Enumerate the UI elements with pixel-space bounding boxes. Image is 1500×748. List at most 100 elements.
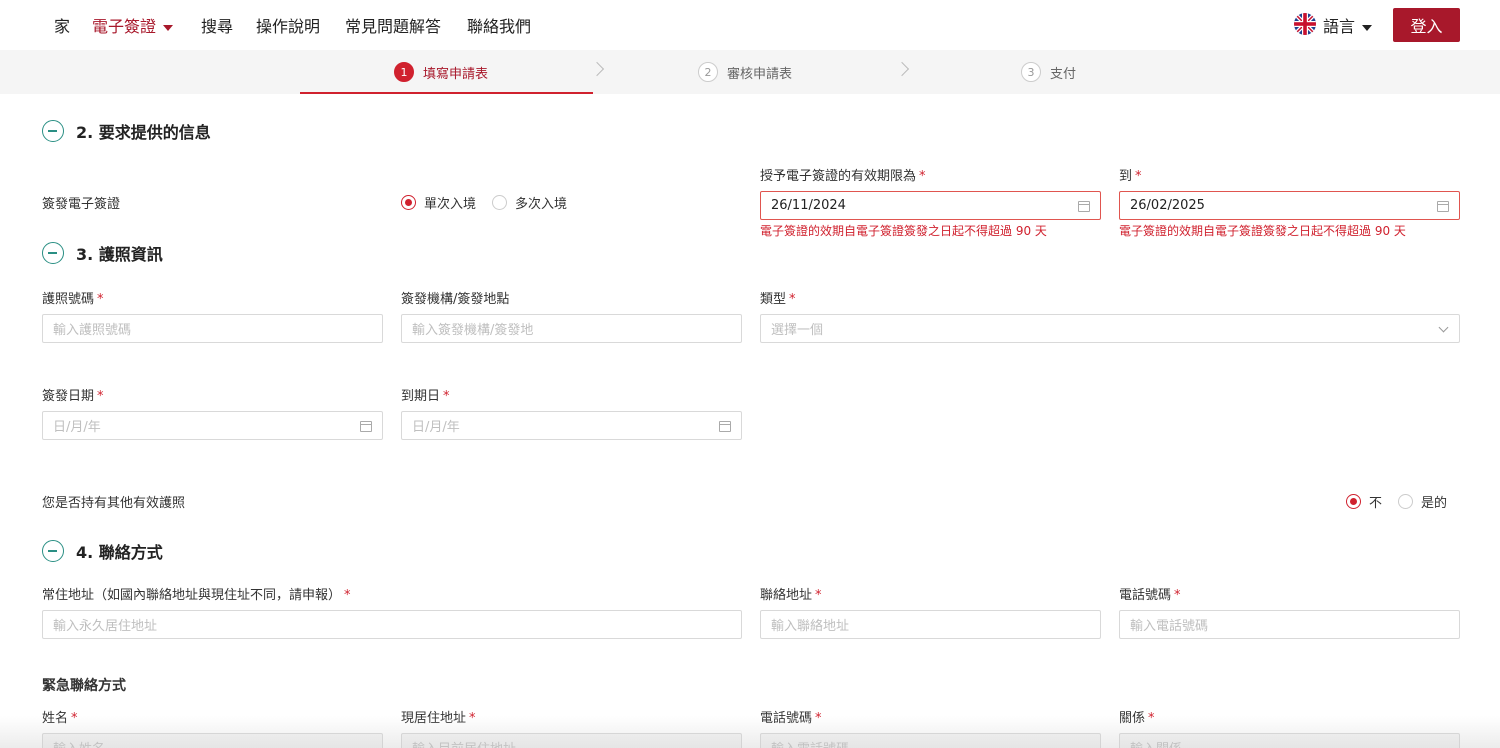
step-label: 審核申請表 [727,66,793,82]
collapse-icon[interactable] [42,540,64,562]
section-requested-info-header[interactable]: 2. 要求提供的信息 [42,119,211,143]
label-text: 簽發日期 [42,389,95,404]
label-text: 電話號碼 [760,711,813,726]
placeholder: 輸入電話號碼 [1130,619,1209,634]
label-text: 聯絡地址 [760,588,813,603]
nav-evisa[interactable]: 電子簽證 [92,13,174,37]
expiry-date-input[interactable]: 日/月/年 [401,411,742,440]
section-title: 3. 護照資訊 [76,245,163,264]
radio-label: 不 [1369,496,1383,511]
radio-multiple-entry[interactable]: 多次入境 [492,193,567,212]
nav-evisa-label: 電子簽證 [92,17,157,36]
section-passport-header[interactable]: 3. 護照資訊 [42,241,163,265]
calendar-icon[interactable] [1078,201,1090,212]
required-marker: * [919,169,926,184]
step-label: 支付 [1050,66,1077,82]
nav-home[interactable]: 家 [54,13,70,37]
section-title: 4. 聯絡方式 [76,543,163,562]
date-value: 26/11/2024 [771,198,846,213]
contact-address-label: 聯絡地址 * [760,584,822,603]
issuer-input[interactable]: 輸入簽發機構/簽發地 [401,314,742,343]
progress-steps: 1 填寫申請表 2 審核申請表 3 支付 [0,50,1500,94]
contact-address-input[interactable]: 輸入聯絡地址 [760,610,1101,639]
required-marker: * [97,292,104,307]
step-number: 3 [1021,62,1041,82]
radio-single-entry[interactable]: 單次入境 [401,193,476,212]
validity-from-error: 電子簽證的效期自電子簽證簽發之日起不得超過 90 天 [760,224,1047,238]
validity-to-date-input[interactable]: 26/02/2025 [1119,191,1460,220]
emergency-contact-title: 緊急聯絡方式 [42,678,126,694]
label-text: 關係 [1119,711,1146,726]
chevron-right-icon [894,61,910,77]
radio-no[interactable]: 不 [1346,492,1382,511]
passport-number-label: 護照號碼 * [42,288,104,307]
phone-input[interactable]: 輸入電話號碼 [1119,610,1460,639]
other-passport-radio-group: 不 是的 [1346,492,1447,511]
emergency-current-address-input[interactable]: 輸入目前居住地址 [401,733,742,748]
passport-number-input[interactable]: 輸入護照號碼 [42,314,383,343]
step-review-form: 2 審核申請表 [698,62,792,82]
required-marker: * [1135,169,1142,184]
emergency-phone-input[interactable]: 輸入電話號碼 [760,733,1101,748]
placeholder: 輸入護照號碼 [53,323,132,338]
issue-date-input[interactable]: 日/月/年 [42,411,383,440]
nav-contact[interactable]: 聯絡我們 [467,13,531,37]
calendar-icon[interactable] [1437,201,1449,212]
validity-from-date-input[interactable]: 26/11/2024 [760,191,1101,220]
login-button[interactable]: 登入 [1393,8,1460,42]
radio-button[interactable] [1398,494,1414,509]
chevron-down-icon [1438,322,1449,333]
placeholder: 輸入目前居住地址 [412,738,516,748]
to-label-text: 到 [1119,169,1133,184]
label-text: 類型 [760,292,787,307]
required-marker: * [1174,588,1181,603]
emergency-relation-input[interactable]: 輸入關係 [1119,733,1460,748]
language-selector[interactable]: 語言 [1323,13,1373,37]
required-marker: * [815,711,822,726]
required-marker: * [789,292,796,307]
placeholder: 輸入簽發機構/簽發地 [412,323,534,338]
validity-from-label: 授予電子簽證的有效期限為 * [760,165,926,184]
step-payment: 3 支付 [1021,62,1076,82]
collapse-icon[interactable] [42,242,64,264]
issue-date-label: 簽發日期 * [42,385,104,404]
step-number: 2 [698,62,718,82]
radio-label: 是的 [1421,496,1448,511]
permanent-address-input[interactable]: 輸入永久居住地址 [42,610,742,639]
radio-button[interactable] [1346,494,1361,509]
radio-label: 多次入境 [515,197,568,212]
calendar-icon[interactable] [719,421,731,432]
expiry-date-label: 到期日 * [401,385,450,404]
nav-faq[interactable]: 常見問題解答 [345,13,441,37]
label-text: 護照號碼 [42,292,95,307]
issuer-label: 簽發機構/簽發地點 [401,292,510,307]
collapse-icon[interactable] [42,120,64,142]
radio-button[interactable] [492,195,508,210]
required-marker: * [97,389,104,404]
active-step-indicator [300,92,593,94]
step-fill-form: 1 填寫申請表 [394,62,488,82]
placeholder: 輸入永久居住地址 [53,619,158,634]
permanent-address-label: 常住地址（如國內聯絡地址與現住址不同，請申報） * [42,584,351,603]
required-marker: * [344,588,351,603]
radio-button[interactable] [401,195,416,210]
label-text: 電話號碼 [1119,588,1172,603]
emergency-name-input[interactable]: 輸入姓名 [42,733,383,748]
passport-type-select[interactable]: 選擇一個 [760,314,1460,343]
emergency-name-label: 姓名 * [42,707,78,726]
section-contact-header[interactable]: 4. 聯絡方式 [42,539,163,563]
calendar-icon[interactable] [360,421,372,432]
validity-to-label: 到 * [1119,165,1142,184]
placeholder: 日/月/年 [412,420,460,435]
uk-flag-icon[interactable] [1294,13,1316,35]
nav-instructions[interactable]: 操作說明 [256,13,320,37]
placeholder: 輸入關係 [1130,738,1182,748]
radio-yes[interactable]: 是的 [1398,492,1447,511]
language-label: 語言 [1323,17,1356,36]
nav-search[interactable]: 搜尋 [201,13,233,37]
emergency-relation-label: 關係 * [1119,707,1155,726]
chevron-down-icon [1362,24,1373,31]
required-marker: * [1148,711,1155,726]
required-marker: * [815,588,822,603]
radio-label: 單次入境 [424,197,477,212]
